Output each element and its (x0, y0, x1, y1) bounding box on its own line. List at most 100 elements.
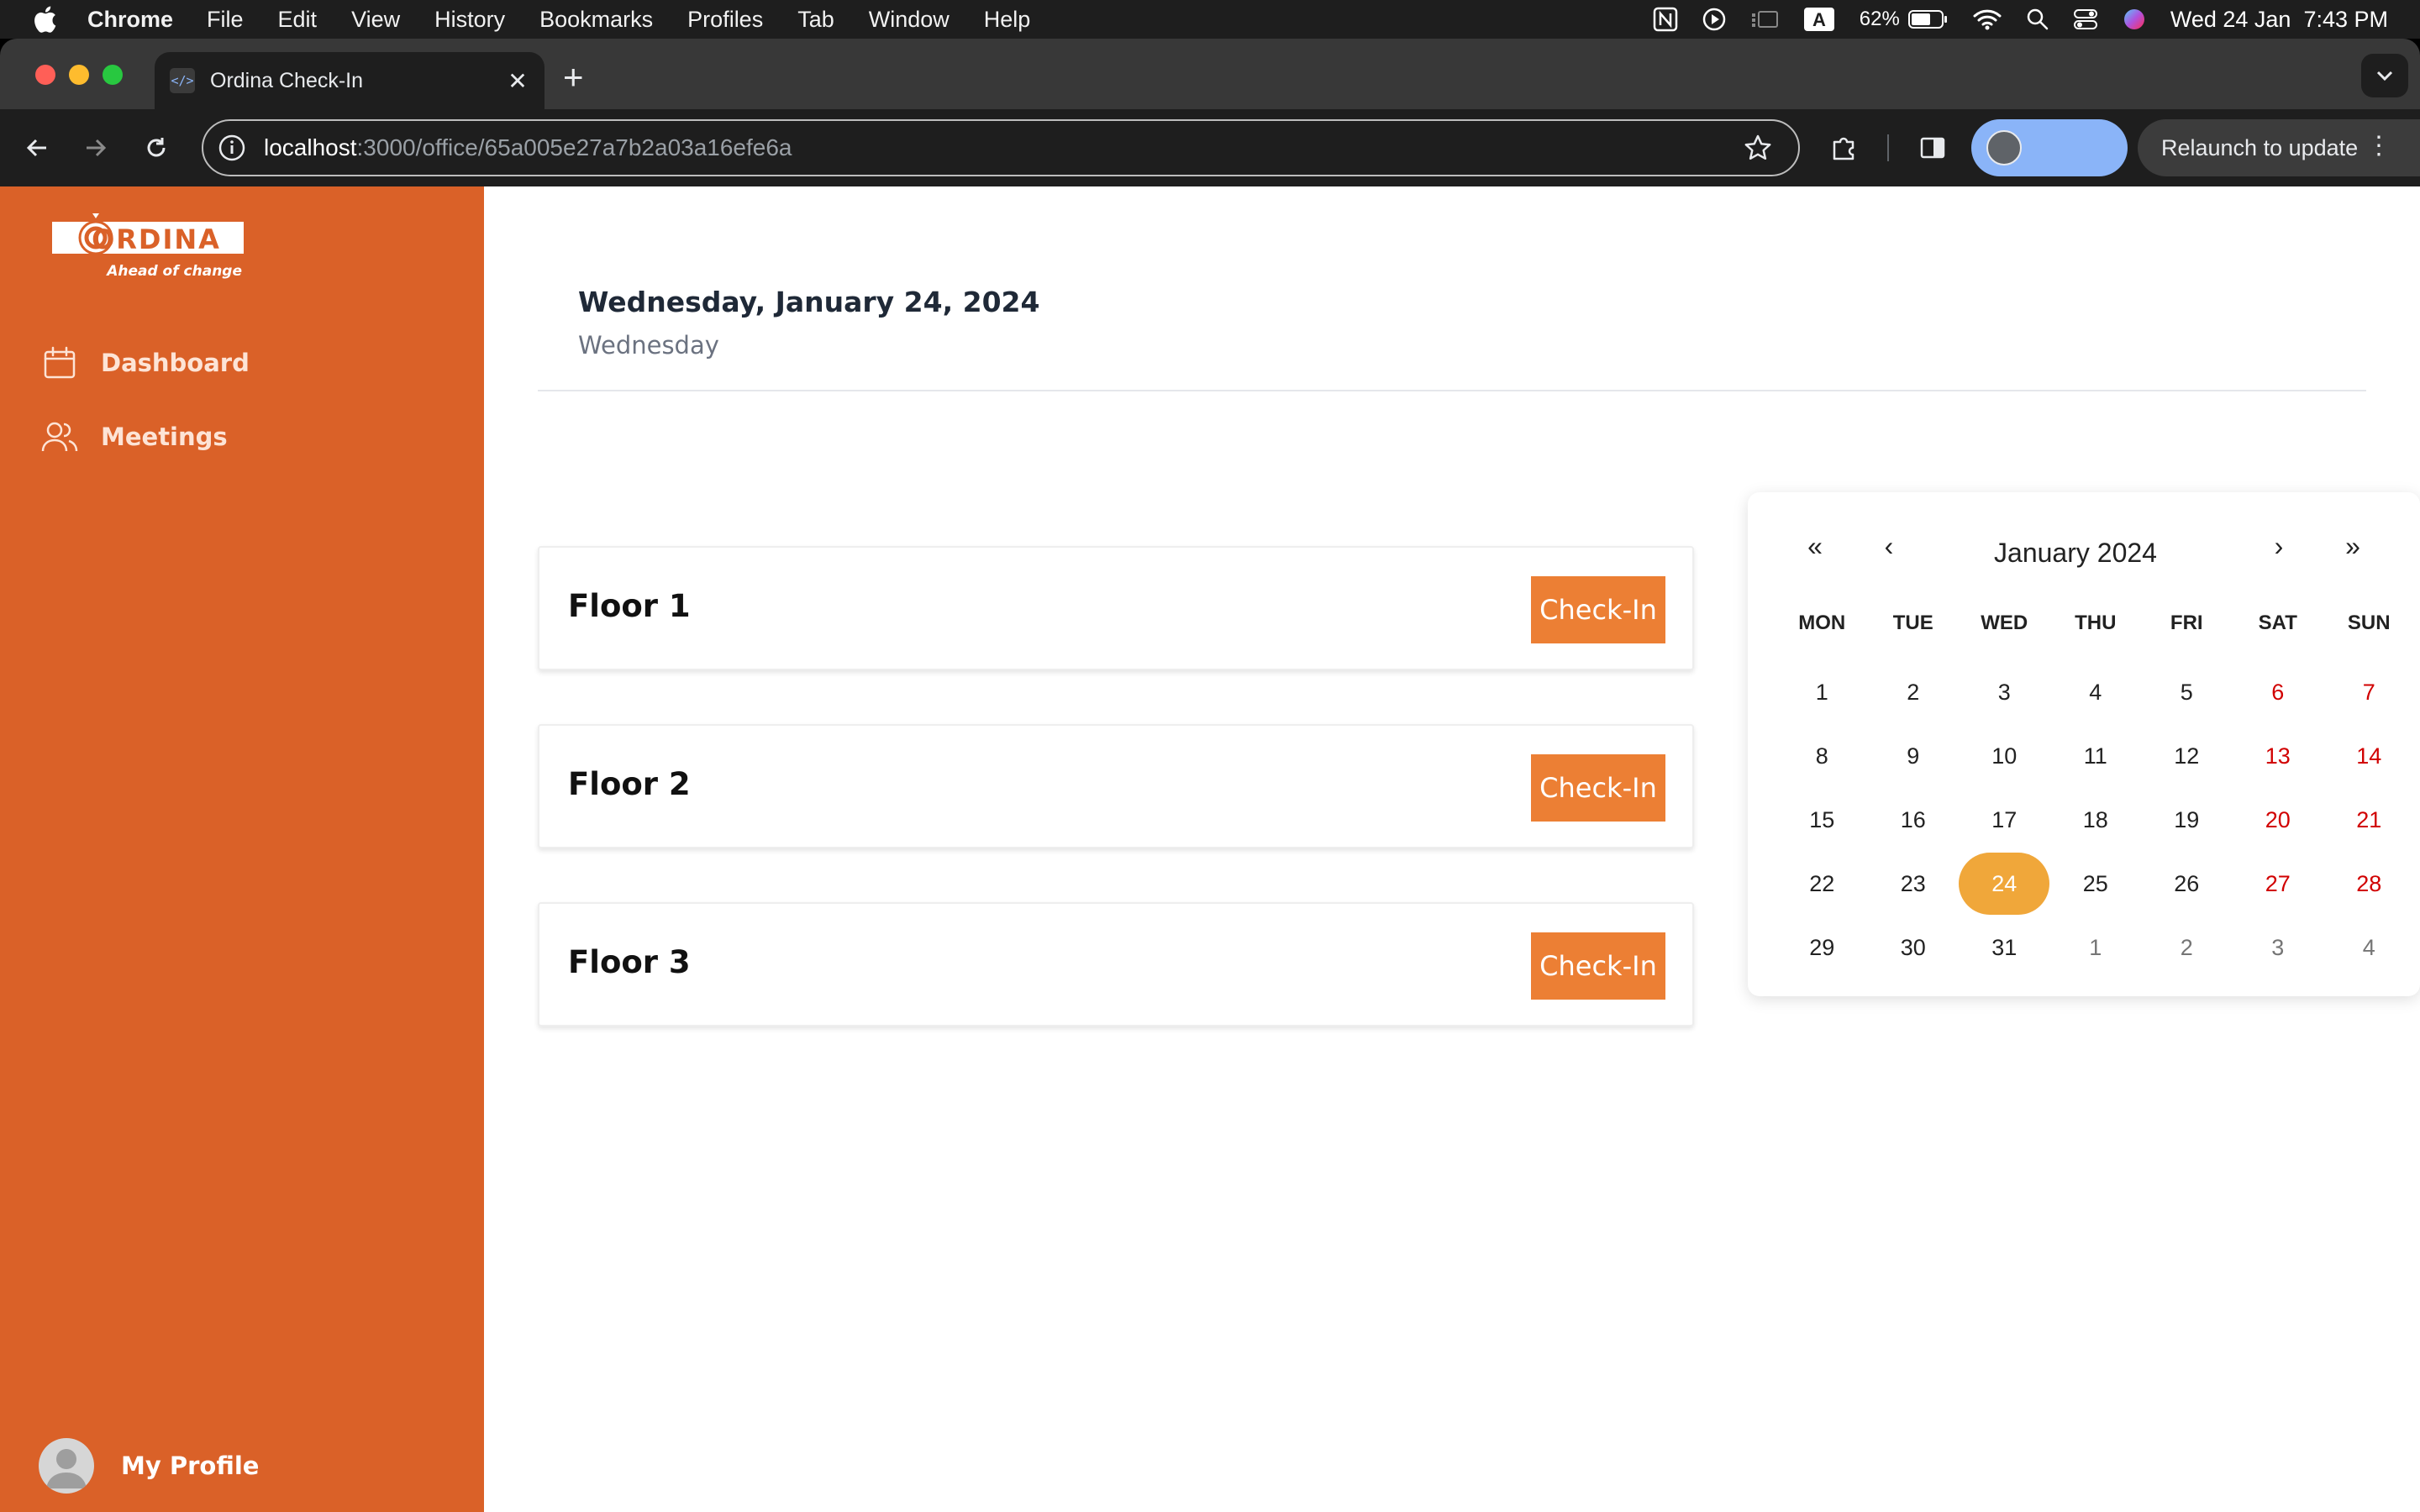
calendar-day[interactable]: 11 (2050, 724, 2142, 788)
apple-icon[interactable] (30, 5, 59, 34)
calendar-day[interactable]: 12 (2141, 724, 2233, 788)
bookmark-star-icon[interactable] (1743, 133, 1773, 167)
calendar-next-month-button[interactable]: › (2254, 531, 2304, 562)
address-url[interactable]: localhost:3000/office/65a005e27a7b2a03a1… (264, 134, 792, 161)
calendar-day[interactable]: 1 (1776, 660, 1868, 724)
check-in-button[interactable]: Check-In (1531, 576, 1665, 643)
calendar-day[interactable]: 13 (2233, 724, 2324, 788)
calendar-month-label[interactable]: January 2024 (1899, 538, 2252, 569)
address-bar[interactable]: localhost:3000/office/65a005e27a7b2a03a1… (202, 119, 1800, 176)
page-subtitle-weekday: Wednesday (578, 331, 719, 360)
calendar-day[interactable]: 19 (2141, 788, 2233, 852)
window-close-button[interactable] (35, 65, 55, 85)
sidebar-item-dashboard[interactable]: Dashboard (40, 339, 250, 386)
check-in-button[interactable]: Check-In (1531, 754, 1665, 822)
site-info-icon[interactable] (215, 131, 249, 165)
notion-icon[interactable] (1653, 0, 1678, 39)
forward-arrow-icon[interactable] (76, 128, 116, 168)
play-icon[interactable] (1702, 0, 1727, 39)
reload-icon[interactable] (136, 128, 176, 168)
calendar-day[interactable]: 29 (1776, 916, 1868, 979)
calendar-day[interactable]: 2 (1868, 660, 1960, 724)
browser-toolbar: localhost:3000/office/65a005e27a7b2a03a1… (0, 109, 2420, 186)
calendar-day[interactable]: 14 (2323, 724, 2415, 788)
new-tab-plus-icon[interactable]: + (563, 60, 584, 95)
window-zoom-button[interactable] (103, 65, 123, 85)
calendar-prev-year-button[interactable]: « (1790, 531, 1840, 562)
tab-search-chevron-icon[interactable] (2361, 54, 2408, 97)
keyboard-input-icon[interactable]: A (1802, 0, 1836, 39)
menu-app-name[interactable]: Chrome (87, 7, 173, 33)
ordina-logo[interactable]: ORDINA Ahead of change (50, 213, 245, 281)
control-center-icon[interactable] (2073, 0, 2098, 39)
relaunch-button[interactable]: Relaunch to update ⋮ (2138, 119, 2420, 176)
stage-manager-icon[interactable] (1750, 0, 1779, 39)
browser-tab-active[interactable]: </> Ordina Check-In ✕ (155, 52, 544, 109)
calendar-day[interactable]: 20 (2233, 788, 2324, 852)
extensions-puzzle-icon[interactable] (1823, 128, 1864, 168)
weekday-label: THU (2075, 612, 2117, 634)
sidebar-item-meetings[interactable]: Meetings (40, 413, 228, 460)
url-path: :3000/office/65a005e27a7b2a03a16efe6a (356, 134, 792, 160)
sidebar: ORDINA Ahead of change Dashboard Meeting… (0, 186, 484, 1512)
menu-window[interactable]: Window (869, 7, 950, 33)
menu-history[interactable]: History (434, 7, 505, 33)
calendar-day-next-month[interactable]: 3 (2233, 916, 2324, 979)
calendar-day[interactable]: 9 (1868, 724, 1960, 788)
weekday-label: TUE (1892, 612, 1933, 634)
calendar-next-year-button[interactable]: » (2328, 531, 2378, 562)
window-minimize-button[interactable] (69, 65, 89, 85)
weekday-label: MON (1798, 612, 1846, 634)
calendar-day-next-month[interactable]: 2 (2141, 916, 2233, 979)
menubar-clock[interactable]: Wed 24 Jan 7:43 PM (2170, 0, 2388, 39)
svg-text:A: A (1812, 9, 1826, 30)
battery-icon[interactable] (1907, 0, 1949, 39)
tab-title: Ordina Check-In (210, 68, 364, 92)
my-profile-link[interactable]: My Profile (39, 1438, 259, 1494)
calendar-day[interactable]: 28 (2323, 852, 2415, 916)
calendar-day[interactable]: 30 (1868, 916, 1960, 979)
wifi-icon[interactable] (1972, 0, 2002, 39)
main-content: Wednesday, January 24, 2024 Wednesday Fl… (484, 186, 2420, 1512)
calendar-day[interactable]: 4 (2050, 660, 2142, 724)
calendar-day[interactable]: 7 (2323, 660, 2415, 724)
spotlight-search-icon[interactable] (2026, 0, 2049, 39)
check-in-button[interactable]: Check-In (1531, 932, 1665, 1000)
back-arrow-icon[interactable] (17, 128, 57, 168)
siri-icon[interactable] (2122, 0, 2147, 39)
calendar-day[interactable]: 25 (2050, 852, 2142, 916)
menu-view[interactable]: View (351, 7, 400, 33)
calendar-day[interactable]: 18 (2050, 788, 2142, 852)
calendar-day[interactable]: 10 (1959, 724, 2050, 788)
calendar-day-next-month[interactable]: 4 (2323, 916, 2415, 979)
calendar-day[interactable]: 8 (1776, 724, 1868, 788)
calendar-day[interactable]: 3 (1959, 660, 2050, 724)
calendar-day[interactable]: 6 (2233, 660, 2324, 724)
calendar-day[interactable]: 17 (1959, 788, 2050, 852)
calendar-day-selected[interactable]: 24 (1959, 852, 2050, 916)
calendar-day[interactable]: 16 (1868, 788, 1960, 852)
calendar-day[interactable]: 26 (2141, 852, 2233, 916)
menu-profiles[interactable]: Profiles (687, 7, 763, 33)
calendar-day[interactable]: 31 (1959, 916, 2050, 979)
menu-edit[interactable]: Edit (278, 7, 318, 33)
chrome-menu-kebab-icon[interactable]: ⋮ (2366, 131, 2391, 161)
profile-button[interactable] (1971, 119, 2128, 176)
floor-name: Floor 1 (568, 588, 691, 624)
calendar-day[interactable]: 22 (1776, 852, 1868, 916)
calendar-day[interactable]: 27 (2233, 852, 2324, 916)
tab-close-icon[interactable]: ✕ (501, 67, 534, 95)
menu-help[interactable]: Help (984, 7, 1031, 33)
calendar-day[interactable]: 5 (2141, 660, 2233, 724)
calendar-day[interactable]: 21 (2323, 788, 2415, 852)
toolbar-divider (1887, 134, 1889, 161)
menu-bookmarks[interactable]: Bookmarks (539, 7, 653, 33)
side-panel-icon[interactable] (1912, 128, 1953, 168)
calendar-day[interactable]: 23 (1868, 852, 1960, 916)
calendar-day[interactable]: 15 (1776, 788, 1868, 852)
menu-file[interactable]: File (207, 7, 244, 33)
calendar-day-next-month[interactable]: 1 (2050, 916, 2142, 979)
sidebar-item-label: Dashboard (101, 349, 250, 377)
header-divider (538, 390, 2366, 391)
menu-tab[interactable]: Tab (797, 7, 834, 33)
